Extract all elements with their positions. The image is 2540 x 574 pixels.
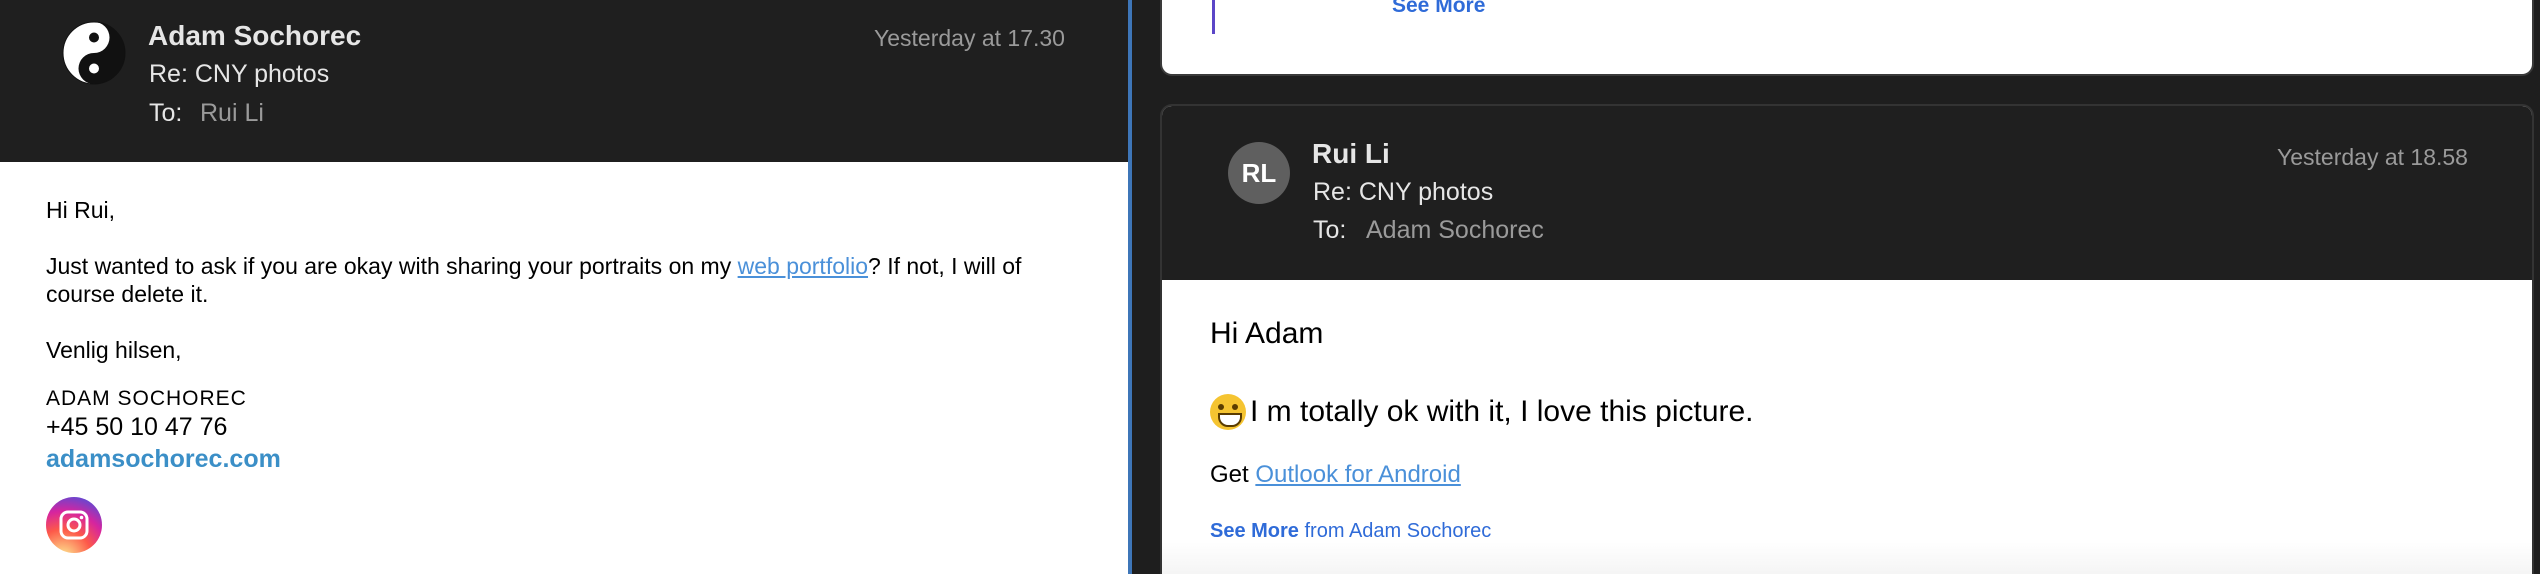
to-label: To: bbox=[1313, 216, 1347, 244]
instagram-icon[interactable] bbox=[46, 497, 102, 553]
pane-divider bbox=[1132, 0, 1162, 574]
body-paragraph: I m totally ok with it, I love this pict… bbox=[1210, 394, 2490, 430]
sender-name[interactable]: Adam Sochorec bbox=[148, 20, 361, 52]
mail-window: Adam Sochorec Re: CNY photos To: Rui Li … bbox=[0, 0, 2540, 574]
email-body: Hi Adam I m totally ok with it, I love t… bbox=[1210, 316, 2490, 544]
greeting: Hi Adam bbox=[1210, 317, 1324, 350]
see-more-suffix: from Adam Sochorec bbox=[1298, 520, 1492, 542]
web-portfolio-link[interactable]: web portfolio bbox=[738, 253, 868, 279]
avatar[interactable]: RL bbox=[1228, 142, 1290, 204]
email-timestamp: Yesterday at 17.30 bbox=[874, 25, 1065, 51]
outlook-for-android-link[interactable]: Outlook for Android bbox=[1255, 461, 1460, 488]
outlook-footer: Get Outlook for Android bbox=[1210, 460, 2490, 490]
see-more-link[interactable]: See More bbox=[1392, 0, 1485, 18]
to-label: To: bbox=[149, 99, 183, 127]
see-more-row: See More from Adam Sochorec bbox=[1210, 518, 2490, 544]
yin-yang-icon[interactable] bbox=[62, 21, 126, 85]
body-text-pre: Just wanted to ask if you are okay with … bbox=[46, 253, 738, 279]
signoff: Venlig hilsen, bbox=[46, 337, 182, 363]
signature-phone[interactable]: +45 50 10 47 76 bbox=[46, 412, 1086, 442]
left-email-pane: Adam Sochorec Re: CNY photos To: Rui Li … bbox=[0, 0, 1132, 574]
left-email-header: Adam Sochorec Re: CNY photos To: Rui Li … bbox=[0, 0, 1128, 162]
email-timestamp: Yesterday at 18.58 bbox=[2277, 144, 2468, 170]
greeting: Hi Rui, bbox=[46, 197, 116, 223]
body-text: I m totally ok with it, I love this pict… bbox=[1250, 395, 1754, 428]
sender-name[interactable]: Rui Li bbox=[1312, 138, 1390, 170]
email-subject: Re: CNY photos bbox=[149, 60, 330, 88]
quote-bar bbox=[1212, 0, 1215, 34]
recipient-name[interactable]: Rui Li bbox=[200, 99, 264, 128]
email-body: Hi Rui, Just wanted to ask if you are ok… bbox=[46, 196, 1086, 476]
recipient-name[interactable]: Adam Sochorec bbox=[1366, 216, 1544, 245]
signature-website-link[interactable]: adamsochorec.com bbox=[46, 442, 1086, 476]
right-email-card: RL Rui Li Re: CNY photos To: Adam Sochor… bbox=[1160, 104, 2534, 574]
right-email-header: RL Rui Li Re: CNY photos To: Adam Sochor… bbox=[1162, 106, 2532, 280]
scroll-fade bbox=[1162, 542, 2532, 574]
body-paragraph: Just wanted to ask if you are okay with … bbox=[46, 252, 1086, 308]
email-subject: Re: CNY photos bbox=[1313, 178, 1494, 206]
signature-name: ADAM SOCHOREC bbox=[46, 387, 247, 410]
previous-email-card: See More bbox=[1160, 0, 2534, 76]
get-prefix: Get bbox=[1210, 461, 1256, 488]
grinning-face-icon bbox=[1210, 394, 1246, 430]
see-more-link[interactable]: See More bbox=[1210, 520, 1299, 542]
